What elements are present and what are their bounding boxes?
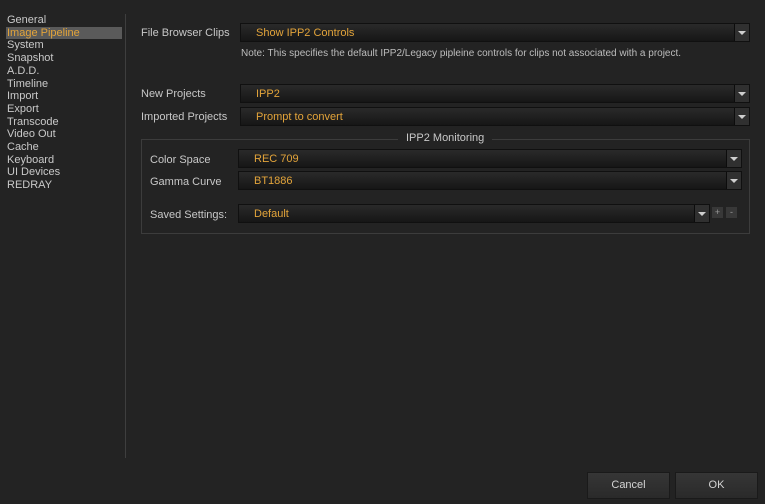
sidebar-item-import[interactable]: Import — [6, 90, 122, 103]
sidebar-item-ui-devices[interactable]: UI Devices — [6, 166, 122, 179]
chevron-down-icon[interactable] — [694, 205, 709, 222]
gamma-curve-dropdown[interactable]: BT1886 — [238, 171, 742, 190]
new-projects-dropdown[interactable]: IPP2 — [240, 84, 750, 103]
sidebar-divider — [125, 14, 126, 458]
file-browser-clips-dropdown[interactable]: Show IPP2 Controls — [240, 23, 750, 42]
pipeline-note: Note: This specifies the default IPP2/Le… — [241, 48, 682, 59]
sidebar-item-video-out[interactable]: Video Out — [6, 128, 122, 141]
saved-settings-label: Saved Settings: — [150, 209, 228, 221]
color-space-label: Color Space — [150, 154, 211, 166]
file-browser-clips-label: File Browser Clips — [141, 27, 230, 39]
sidebar-item-transcode[interactable]: Transcode — [6, 116, 122, 129]
chevron-down-icon[interactable] — [734, 85, 749, 102]
sidebar-item-system[interactable]: System — [6, 39, 122, 52]
add-setting-button[interactable]: + — [712, 207, 723, 218]
color-space-dropdown[interactable]: REC 709 — [238, 149, 742, 168]
sidebar-item-image-pipeline[interactable]: Image Pipeline — [6, 26, 122, 40]
new-projects-value: IPP2 — [256, 88, 280, 100]
chevron-down-icon[interactable] — [734, 108, 749, 125]
cancel-button[interactable]: Cancel — [587, 472, 670, 499]
saved-settings-value: Default — [254, 208, 289, 220]
saved-settings-dropdown[interactable]: Default — [238, 204, 710, 223]
sidebar-item-redray[interactable]: REDRAY — [6, 179, 122, 192]
new-projects-label: New Projects — [141, 88, 206, 100]
sidebar-item-timeline[interactable]: Timeline — [6, 78, 122, 91]
preferences-dialog: General Image Pipeline System Snapshot A… — [0, 0, 765, 504]
chevron-down-icon[interactable] — [734, 24, 749, 41]
chevron-down-icon[interactable] — [726, 150, 741, 167]
sidebar-item-general[interactable]: General — [6, 14, 122, 27]
imported-projects-label: Imported Projects — [141, 111, 228, 123]
sidebar-item-snapshot[interactable]: Snapshot — [6, 52, 122, 65]
chevron-down-icon[interactable] — [726, 172, 741, 189]
sidebar-item-export[interactable]: Export — [6, 103, 122, 116]
ipp2-monitoring-title: IPP2 Monitoring — [398, 132, 493, 144]
remove-setting-button[interactable]: - — [726, 207, 737, 218]
imported-projects-value: Prompt to convert — [256, 111, 343, 123]
sidebar-item-cache[interactable]: Cache — [6, 141, 122, 154]
gamma-curve-value: BT1886 — [254, 175, 293, 187]
color-space-value: REC 709 — [254, 153, 299, 165]
file-browser-clips-value: Show IPP2 Controls — [256, 27, 355, 39]
imported-projects-dropdown[interactable]: Prompt to convert — [240, 107, 750, 126]
ok-button[interactable]: OK — [675, 472, 758, 499]
sidebar-item-add[interactable]: A.D.D. — [6, 65, 122, 78]
sidebar-item-keyboard[interactable]: Keyboard — [6, 154, 122, 167]
gamma-curve-label: Gamma Curve — [150, 176, 222, 188]
sidebar: General Image Pipeline System Snapshot A… — [6, 14, 122, 192]
